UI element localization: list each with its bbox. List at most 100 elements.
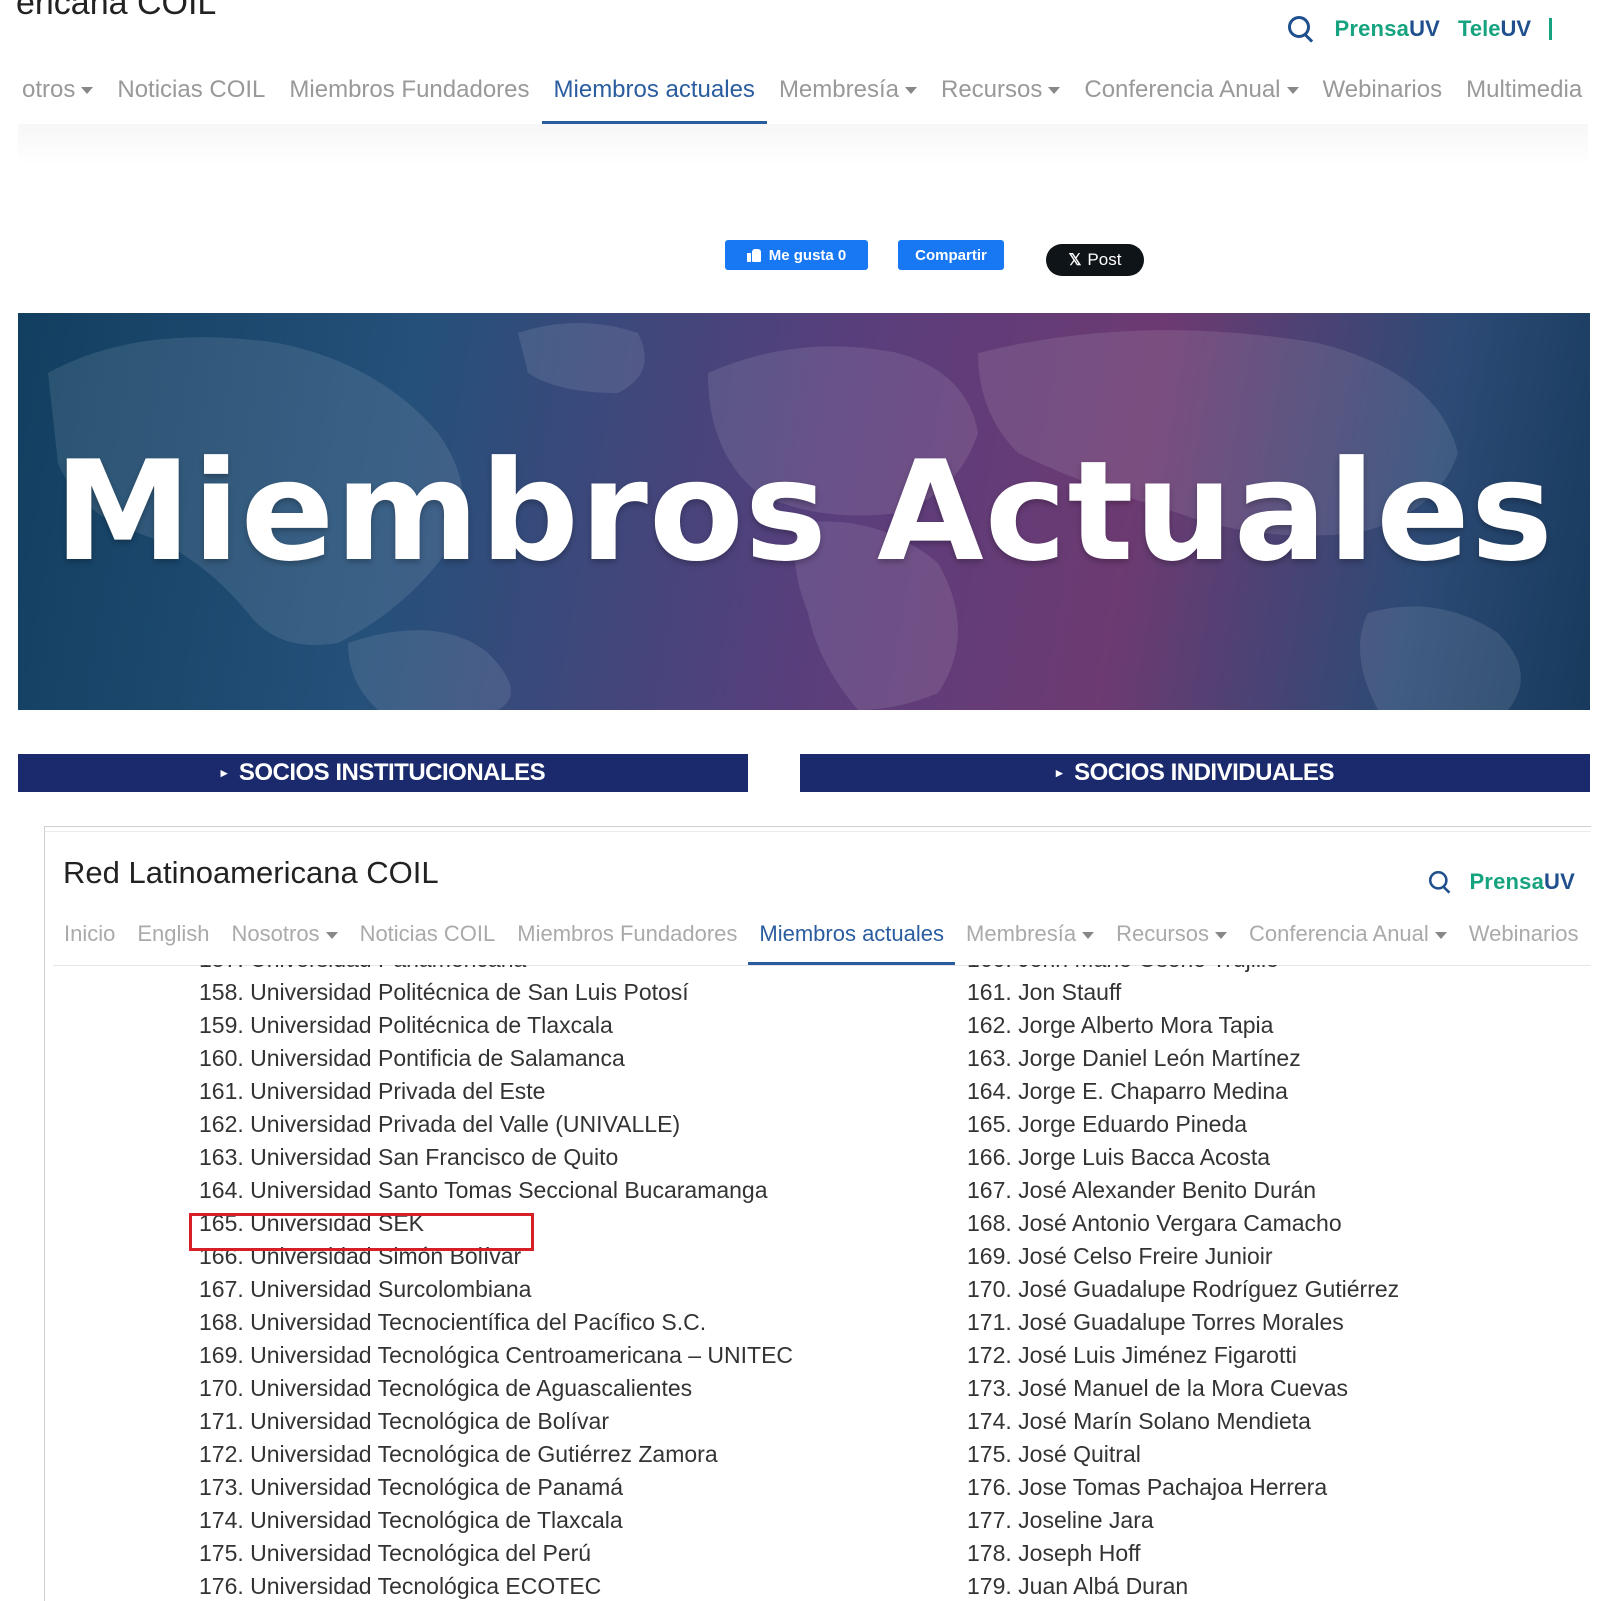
cut-link-edge — [1549, 18, 1552, 40]
socios-institucionales-label: SOCIOS INSTITUCIONALES — [238, 759, 546, 786]
embed-nav-item[interactable]: Miembros Fundadores — [506, 913, 748, 965]
embed-nav-item[interactable]: Recursos — [1105, 913, 1238, 965]
search-icon[interactable] — [1428, 869, 1454, 895]
embed-nav-item[interactable]: Conferencia Anual — [1238, 913, 1458, 965]
institution-list-item: 173. Universidad Tecnológica de Panamá — [199, 1474, 624, 1500]
institution-list-item: 157. Universidad Panamericana — [199, 965, 793, 976]
institution-list-item: 168. Universidad Tecnocientífica del Pac… — [199, 1309, 707, 1335]
socios-individuales-label: SOCIOS INDIVIDUALES — [1074, 759, 1334, 786]
tele-uv-link[interactable]: TeleUV — [1458, 16, 1531, 42]
institution-list-item: 167. Universidad Surcolombiana — [199, 1276, 532, 1302]
individual-list-item: 170. José Guadalupe Rodríguez Gutiérrez — [967, 1276, 1400, 1302]
embed-nav-item-label: Recursos — [1116, 921, 1209, 946]
caret-down-icon — [904, 87, 917, 95]
brand-links: PrensaUV TeleUV — [1286, 14, 1552, 44]
thumbs-up-icon — [746, 248, 761, 262]
embed-nav-item-label: Miembros actuales — [759, 921, 945, 946]
individual-list-item: 172. José Luis Jiménez Figarotti — [967, 1342, 1297, 1368]
institution-list-item: 171. Universidad Tecnológica de Bolívar — [199, 1408, 609, 1434]
nav-item[interactable]: Webinarios — [1311, 66, 1455, 124]
nav-item[interactable]: otros — [10, 66, 105, 124]
tele-uv-text: UV — [1500, 16, 1531, 41]
nav-item[interactable]: Multimedia — [1454, 66, 1594, 124]
individual-list-item: 165. Jorge Eduardo Pineda — [967, 1111, 1248, 1137]
embedded-brand-links: PrensaUV — [1425, 867, 1575, 897]
social-share-bar: Me gusta 0 Compartir 𝕏 Post — [0, 240, 1600, 280]
embed-nav-item[interactable]: Membresía — [955, 913, 1105, 965]
individual-list-item: 166. Jorge Luis Bacca Acosta — [967, 1144, 1271, 1170]
embed-nav-item-label: Membresía — [966, 921, 1077, 946]
embed-nav-item[interactable]: Noticias COIL — [349, 913, 507, 965]
embed-nav-item-label: Webinarios — [1468, 921, 1579, 946]
prensa-uv-link[interactable]: PrensaUV — [1334, 16, 1440, 42]
nav-item[interactable]: Recursos — [929, 66, 1072, 124]
embed-nav-item[interactable]: Miembros actuales — [748, 913, 955, 965]
embed-nav-item[interactable]: English — [126, 913, 220, 965]
embed-nav-item[interactable]: Inicio — [53, 913, 126, 965]
individual-list-item: 178. Joseph Hoff — [967, 1540, 1141, 1566]
facebook-share-button[interactable]: Compartir — [898, 240, 1004, 270]
tele-text: Tele — [1458, 16, 1501, 41]
individual-list-item: 167. José Alexander Benito Durán — [967, 1177, 1317, 1203]
divider — [45, 831, 1591, 832]
nav-item[interactable]: Miembros Fundadores — [277, 66, 541, 124]
embed-nav-item-label: Conferencia Anual — [1249, 921, 1429, 946]
institution-list-item: 172. Universidad Tecnológica de Gutiérre… — [199, 1441, 718, 1467]
nav-item[interactable]: Miembros actuales — [541, 66, 768, 124]
caret-down-icon — [1215, 931, 1227, 939]
top-header: ericana COIL PrensaUV TeleUV otros Notici… — [0, 0, 1600, 175]
site-title[interactable]: ericana COIL — [16, 0, 216, 23]
embed-nav-item-label: Nosotros — [231, 921, 320, 946]
prensa-uv-link[interactable]: PrensaUV — [1469, 869, 1575, 895]
triangle-right-icon: ▸ — [1056, 765, 1063, 780]
caret-down-icon — [1048, 87, 1061, 95]
embed-nav-item[interactable]: Webinarios — [1458, 913, 1590, 965]
caret-down-icon — [1286, 87, 1299, 95]
individual-list-item: 160. John Mario Osorio Trujillo — [967, 965, 1399, 976]
socios-institucionales-button[interactable]: ▸ SOCIOS INSTITUCIONALES — [18, 754, 748, 792]
institutional-members-list: 157. Universidad Panamericana 158. Univer… — [199, 965, 793, 1601]
prensa-text: Prensa — [1334, 16, 1410, 41]
institution-list-item: 175. Universidad Tecnológica del Perú — [199, 1540, 592, 1566]
institution-list-item: 176. Universidad Tecnológica ECOTEC — [199, 1573, 602, 1599]
nav-item-label: Multimedia — [1466, 76, 1583, 103]
individual-list-item: 173. José Manuel de la Mora Cuevas — [967, 1375, 1348, 1401]
caret-down-icon — [325, 931, 338, 939]
individual-list-item: 175. José Quitral — [967, 1441, 1141, 1467]
embedded-page-view: Red Latinoamericana COIL PrensaUV Inicio… — [44, 826, 1591, 1601]
institution-list-item: 174. Universidad Tecnológica de Tlaxcala — [199, 1507, 623, 1533]
nav-item-label: Miembros Fundadores — [289, 76, 530, 103]
individual-list-item: 174. José Marín Solano Mendieta — [967, 1408, 1311, 1434]
individual-list-item: 177. Joseline Jara — [967, 1507, 1154, 1533]
individual-list-item: 164. Jorge E. Chaparro Medina — [967, 1078, 1288, 1104]
institution-list-item: 160. Universidad Pontificia de Salamanca — [199, 1045, 625, 1071]
like-label: Me gusta 0 — [768, 246, 847, 264]
socios-individuales-button[interactable]: ▸ SOCIOS INDIVIDUALES — [800, 754, 1590, 792]
embedded-site-title[interactable]: Red Latinoamericana COIL — [63, 855, 439, 891]
x-logo-icon: 𝕏 — [1068, 252, 1082, 269]
institution-list-item: 163. Universidad San Francisco de Quito — [199, 1144, 619, 1170]
prensa-uv-text: UV — [1544, 869, 1575, 894]
institution-list-item: 164. Universidad Santo Tomas Seccional B… — [199, 1177, 768, 1203]
facebook-like-button[interactable]: Me gusta 0 — [725, 240, 868, 270]
embed-nav-item-label: English — [137, 921, 210, 946]
x-post-button[interactable]: 𝕏 Post — [1046, 244, 1144, 276]
embed-nav-item[interactable]: Mul — [1589, 913, 1591, 965]
individual-list-item: 168. José Antonio Vergara Camacho — [967, 1210, 1342, 1236]
individual-list-item: 171. José Guadalupe Torres Morales — [967, 1309, 1344, 1335]
individual-list-item: 162. Jorge Alberto Mora Tapia — [967, 1012, 1274, 1038]
members-list-area: 157. Universidad Panamericana 158. Univer… — [45, 965, 1591, 1601]
embed-nav-item[interactable]: Nosotros — [221, 913, 349, 965]
nav-item[interactable]: Membresía — [767, 66, 929, 124]
search-icon[interactable] — [1286, 14, 1316, 44]
nav-item-label: otros — [22, 76, 76, 103]
embed-nav-item-label: Miembros Fundadores — [517, 921, 738, 946]
caret-down-icon — [81, 87, 94, 95]
caret-down-icon — [1082, 931, 1095, 939]
individual-list-item: 176. Jose Tomas Pachajoa Herrera — [967, 1474, 1328, 1500]
embed-nav-item-label: Inicio — [64, 921, 116, 946]
nav-item[interactable]: Conferencia Anual — [1072, 66, 1310, 124]
nav-item[interactable]: Noticias COIL — [105, 66, 277, 124]
nav-item-label: Webinarios — [1322, 76, 1443, 103]
nav-item-label: Miembros actuales — [553, 76, 755, 103]
